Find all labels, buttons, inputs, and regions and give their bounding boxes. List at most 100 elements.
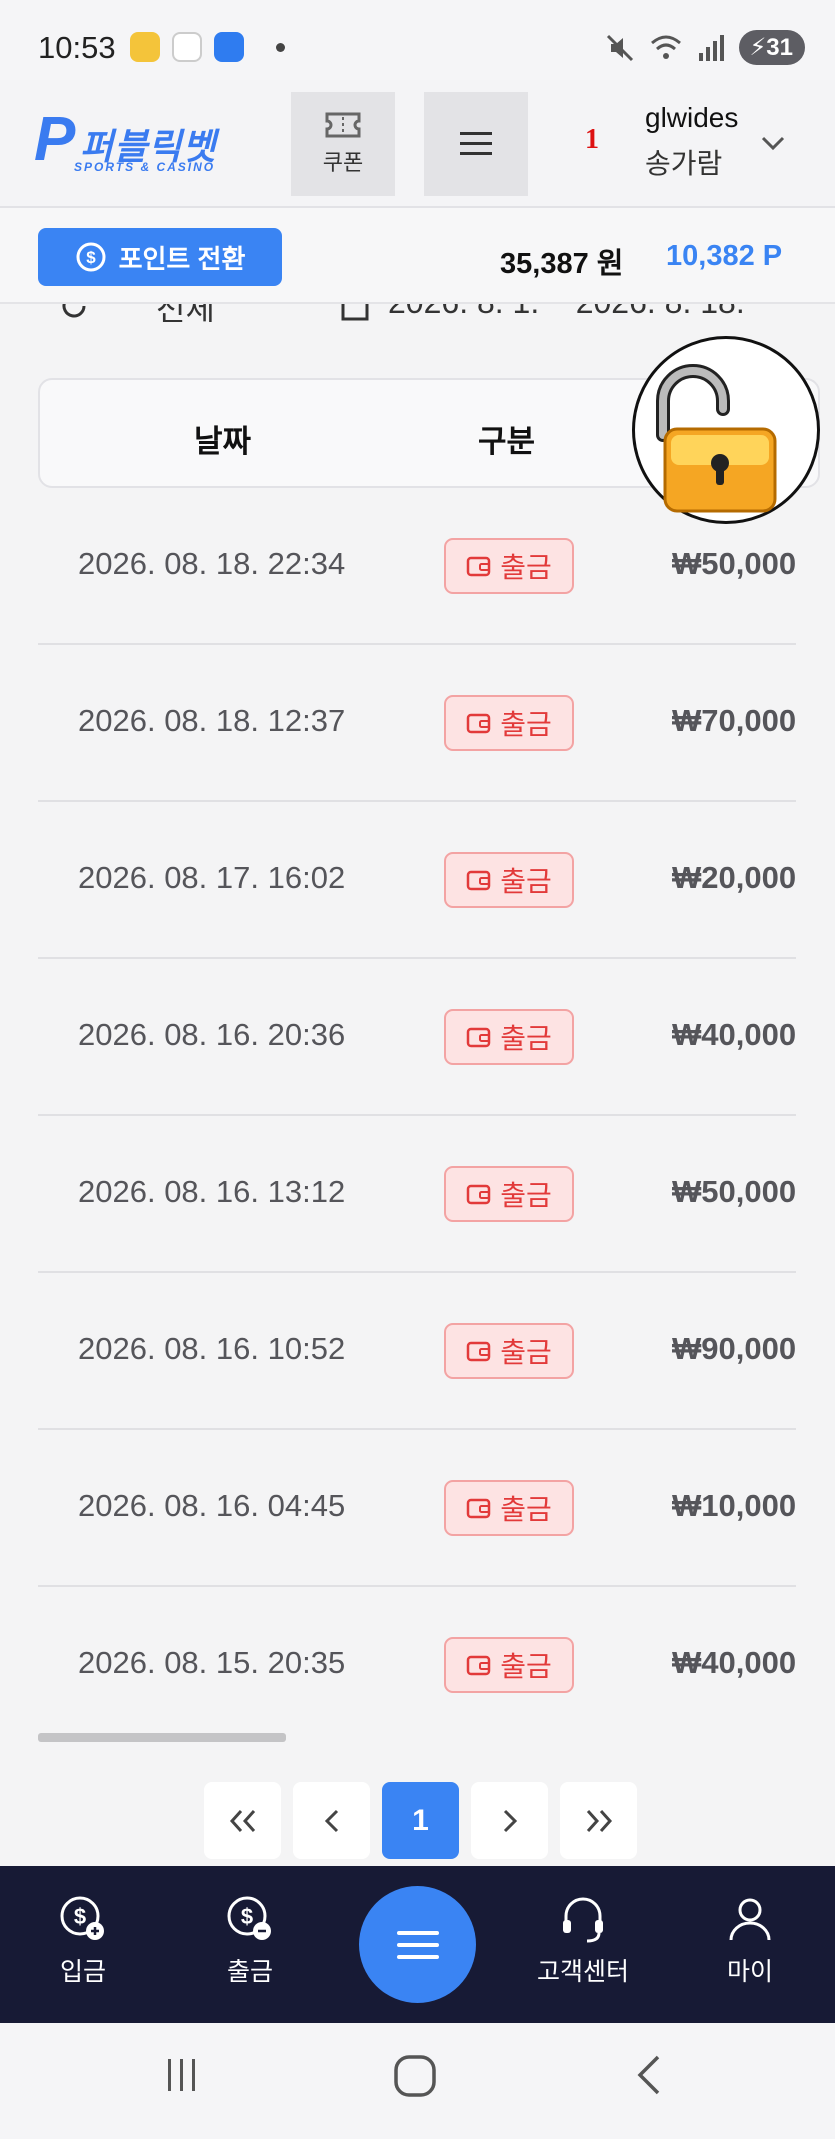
transaction-list: 2026. 08. 18. 22:34 출금 ₩50,000 2026. 08.… bbox=[38, 488, 796, 1744]
withdraw-badge: 출금 bbox=[444, 695, 574, 751]
column-type: 구분 bbox=[478, 424, 536, 459]
last-page-button[interactable] bbox=[560, 1782, 637, 1859]
row-date: 2026. 08. 16. 04:45 bbox=[78, 1488, 346, 1523]
site-logo[interactable]: P 퍼블릭벳 SPORTS & CASINO bbox=[34, 105, 254, 178]
filter-date-range[interactable]: 2026. 8. 1. ~ 2026. 8. 18. bbox=[388, 304, 745, 321]
row-type: 출금 bbox=[500, 1023, 552, 1054]
coupon-label: 쿠폰 bbox=[322, 150, 364, 175]
row-type: 출금 bbox=[500, 866, 552, 897]
user-icon bbox=[729, 1898, 771, 1941]
row-amount: ₩40,000 bbox=[672, 1017, 796, 1052]
cash-feed-app-icon bbox=[172, 32, 202, 62]
nav-withdraw[interactable]: $ 출금 bbox=[190, 1894, 310, 1988]
row-amount: ₩50,000 bbox=[672, 1174, 796, 1209]
nav-deposit[interactable]: $ 입금 bbox=[23, 1894, 143, 1988]
row-type: 출금 bbox=[500, 709, 552, 740]
nav-support[interactable]: 고객센터 bbox=[523, 1894, 643, 1988]
svg-text:$: $ bbox=[74, 1904, 86, 1929]
filter-row: 전체 2026. 8. 1. ~ 2026. 8. 18. bbox=[0, 304, 835, 322]
system-indicators: ⚡31 bbox=[605, 30, 805, 65]
ticket-icon bbox=[325, 112, 361, 138]
user-id: glwides bbox=[645, 102, 739, 133]
unlocked-padlock-icon bbox=[656, 364, 777, 513]
mute-icon bbox=[607, 34, 634, 61]
nav-deposit-label: 입금 bbox=[59, 1958, 106, 1986]
row-type: 출금 bbox=[500, 1180, 552, 1211]
wallet-icon bbox=[466, 1498, 491, 1519]
row-type: 출금 bbox=[500, 552, 552, 583]
row-amount: ₩20,000 bbox=[672, 860, 796, 895]
point-balance: 10,382 P bbox=[666, 240, 783, 272]
lock-overlay-button[interactable] bbox=[632, 336, 820, 524]
app-header: P 퍼블릭벳 SPORTS & CASINO 쿠폰 1 glwides 송가람 bbox=[0, 80, 835, 208]
withdraw-badge: 출금 bbox=[444, 1166, 574, 1222]
row-date: 2026. 08. 18. 12:37 bbox=[78, 703, 346, 738]
row-amount: ₩40,000 bbox=[672, 1645, 796, 1680]
status-time: 10:53 bbox=[38, 30, 116, 65]
signal-icon bbox=[699, 34, 725, 61]
withdraw-badge: 출금 bbox=[444, 538, 574, 594]
prev-page-button[interactable] bbox=[293, 1782, 370, 1859]
page-1-button[interactable]: 1 bbox=[382, 1782, 459, 1859]
nav-my[interactable]: 마이 bbox=[690, 1894, 810, 1988]
filter-type[interactable]: 전체 bbox=[156, 304, 215, 322]
chevron-down-icon[interactable] bbox=[760, 135, 786, 151]
nav-my-label: 마이 bbox=[726, 1958, 773, 1986]
row-amount: ₩10,000 bbox=[672, 1488, 796, 1523]
row-date: 2026. 08. 18. 22:34 bbox=[78, 546, 346, 581]
calendar-icon[interactable] bbox=[340, 304, 370, 322]
row-type: 출금 bbox=[500, 1337, 552, 1368]
wallet-icon bbox=[466, 870, 491, 891]
row-type: 출금 bbox=[500, 1651, 552, 1682]
coupon-button[interactable]: 쿠폰 bbox=[291, 92, 395, 196]
chevron-left-icon bbox=[324, 1809, 338, 1832]
row-date: 2026. 08. 16. 20:36 bbox=[78, 1017, 346, 1052]
pagination: 1 bbox=[204, 1782, 637, 1859]
notification-icons bbox=[130, 32, 285, 62]
row-date: 2026. 08. 15. 20:35 bbox=[78, 1645, 346, 1680]
system-navigation-bar bbox=[0, 2023, 835, 2139]
svg-text:$: $ bbox=[86, 248, 96, 267]
battery-level: 31 bbox=[766, 34, 793, 61]
hamburger-icon bbox=[396, 1930, 439, 1959]
double-chevron-left-icon bbox=[229, 1809, 255, 1832]
user-info[interactable]: glwides 송가람 bbox=[645, 102, 738, 182]
svg-text:$: $ bbox=[241, 1904, 253, 1929]
withdraw-badge: 출금 bbox=[444, 1637, 574, 1693]
recent-apps-icon[interactable] bbox=[160, 2053, 204, 2097]
status-bar: 10:53 ⚡31 bbox=[0, 0, 835, 80]
menu-button[interactable] bbox=[424, 92, 528, 196]
cash-balance: 35,387 원 bbox=[500, 248, 624, 280]
table-row: 2026. 08. 17. 16:02 출금 ₩20,000 bbox=[38, 802, 796, 959]
bottom-navigation: $ 입금 $ 출금 고객센터 마이 bbox=[0, 1866, 835, 2023]
home-icon[interactable] bbox=[392, 2053, 438, 2099]
wallet-icon bbox=[466, 1184, 491, 1205]
exchange-coin-icon: $ bbox=[76, 242, 106, 272]
row-type: 출금 bbox=[500, 1494, 552, 1525]
row-amount: ₩50,000 bbox=[672, 546, 796, 581]
table-row: 2026. 08. 15. 20:35 출금 ₩40,000 bbox=[38, 1587, 796, 1744]
logo-mark: P bbox=[34, 105, 76, 174]
point-convert-label: 포인트 전환 bbox=[118, 243, 246, 274]
wifi-icon bbox=[651, 35, 682, 59]
row-date: 2026. 08. 17. 16:02 bbox=[78, 860, 346, 895]
next-page-button[interactable] bbox=[471, 1782, 548, 1859]
table-row: 2026. 08. 16. 04:45 출금 ₩10,000 bbox=[38, 1430, 796, 1587]
nav-support-label: 고객센터 bbox=[536, 1958, 629, 1986]
blue-app-icon bbox=[214, 32, 244, 62]
user-rank-badge: 1 bbox=[585, 124, 599, 155]
first-page-button[interactable] bbox=[204, 1782, 281, 1859]
points-bar: $ 포인트 전환 35,387 원 10,382 P bbox=[0, 208, 835, 304]
table-row: 2026. 08. 16. 20:36 출금 ₩40,000 bbox=[38, 959, 796, 1116]
wallet-icon bbox=[466, 713, 491, 734]
logo-subtitle: SPORTS & CASINO bbox=[74, 160, 216, 174]
main-menu-fab[interactable] bbox=[359, 1886, 476, 2003]
table-row: 2026. 08. 16. 10:52 출금 ₩90,000 bbox=[38, 1273, 796, 1430]
nav-withdraw-label: 출금 bbox=[226, 1958, 273, 1986]
back-icon[interactable] bbox=[630, 2053, 670, 2097]
refresh-icon[interactable] bbox=[58, 304, 90, 322]
user-name: 송가람 bbox=[645, 148, 723, 179]
withdraw-coin-icon: $ bbox=[227, 1896, 271, 1940]
point-convert-button[interactable]: $ 포인트 전환 bbox=[38, 228, 282, 286]
horizontal-scrollbar[interactable] bbox=[38, 1733, 286, 1742]
